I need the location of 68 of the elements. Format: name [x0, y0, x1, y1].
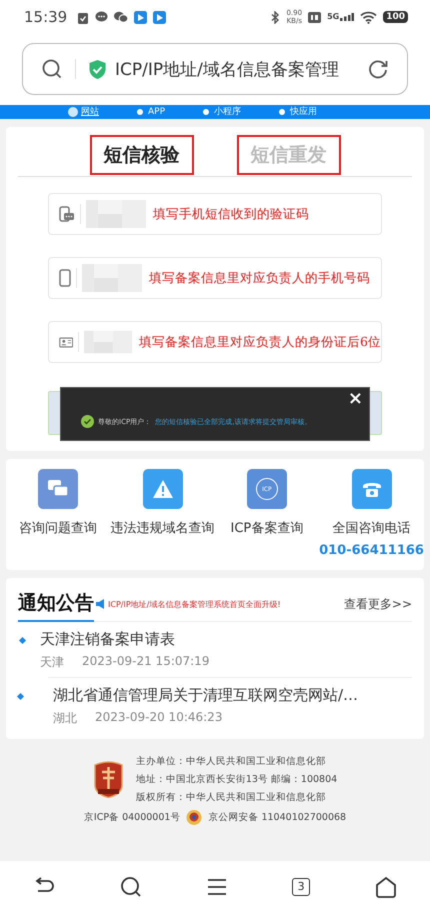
warning-icon: [152, 479, 174, 499]
footer-text: 地址：中国北京西长安街13号 邮编：100804: [136, 773, 338, 786]
shield-check-icon: [88, 58, 107, 80]
reload-icon[interactable]: [367, 58, 389, 80]
blurred-value: [86, 200, 148, 228]
messenger-icon: [114, 11, 128, 23]
check-circle-icon: [81, 415, 94, 428]
type-radio[interactable]: APP: [137, 107, 166, 117]
quick-link-label[interactable]: 全国咨询电话: [332, 519, 411, 537]
chat-bubble-icon: [95, 11, 108, 23]
phone-number[interactable]: 010-66411166: [319, 543, 424, 558]
close-button[interactable]: ×: [348, 390, 363, 408]
page-title: ICP/IP地址/域名信息备案管理: [115, 58, 340, 80]
quick-link-icon[interactable]: [352, 469, 392, 509]
notice-date: 2023-09-21 15:07:19: [82, 654, 210, 670]
phone-message-icon: [59, 206, 75, 222]
notice-title[interactable]: 天津注销备案申请表: [40, 630, 210, 649]
battery-indicator: 100: [383, 11, 408, 23]
notice-date: 2023-09-20 10:46:23: [95, 710, 222, 726]
section-title: 通知公告: [18, 590, 94, 622]
police-record-link[interactable]: 京公网安备 11040102700068: [208, 811, 346, 824]
blurred-value: [84, 328, 134, 356]
annotation-text: 填写备案信息里对应负责人的手机号码: [149, 270, 370, 286]
marquee-text[interactable]: ICP/IP地址/域名信息备案管理系统首页全面升级!: [108, 598, 343, 610]
input-field[interactable]: 填写备案信息里对应负责人的身份证后6位: [48, 321, 382, 363]
tabs-button[interactable]: 3: [292, 878, 310, 896]
address-bar[interactable]: ICP/IP地址/域名信息备案管理: [22, 43, 408, 95]
bluetooth-icon: [270, 10, 280, 24]
notice-title[interactable]: 湖北省通信管理局关于清理互联网空壳网站/…: [53, 686, 358, 705]
megaphone-icon: [95, 598, 107, 610]
notice-region: 天津: [40, 654, 64, 671]
notice-region: 湖北: [53, 710, 77, 727]
mobile-phone-icon: [59, 269, 71, 287]
signal-icon: [340, 13, 354, 21]
blurred-value: [82, 264, 144, 292]
quick-link-icon[interactable]: [38, 469, 78, 509]
type-radio[interactable]: 快应用: [279, 107, 318, 117]
quick-link-label[interactable]: 咨询问题查询: [19, 519, 98, 537]
input-field[interactable]: 填写备案信息里对应负责人的手机号码: [48, 257, 382, 299]
menu-icon[interactable]: [206, 878, 227, 896]
type-radio[interactable]: 小程序: [203, 107, 242, 117]
quick-link-label[interactable]: ICP备案查询: [230, 519, 304, 537]
quick-link-label[interactable]: 违法违规域名查询: [110, 519, 215, 537]
clock: 15:39: [24, 8, 68, 26]
app-icon: [134, 10, 148, 24]
bullet-icon: [16, 692, 24, 700]
type-radio[interactable]: 网站: [70, 107, 99, 117]
wifi-icon: [360, 10, 378, 24]
input-field[interactable]: 填写手机短信收到的验证码: [48, 193, 382, 235]
footer-text: 版权所有：中华人民共和国工业和信息化部: [136, 791, 327, 804]
emblem-logo: [92, 761, 124, 798]
id-card-icon: [59, 336, 74, 348]
more-link[interactable]: 查看更多>>: [344, 596, 412, 612]
tab[interactable]: 短信核验: [90, 135, 194, 175]
icp-number-link[interactable]: 京ICP备 04000001号: [84, 811, 180, 824]
annotation-text: 填写备案信息里对应负责人的身份证后6位: [139, 334, 381, 350]
network-type: 5G: [327, 13, 340, 21]
app-icon: [153, 10, 166, 24]
bullet-icon: [18, 636, 26, 644]
search-icon[interactable]: [41, 58, 63, 80]
police-badge-icon: [186, 809, 202, 826]
annotation-text: 填写手机短信收到的验证码: [153, 206, 309, 222]
footer-text: 主办单位：中华人民共和国工业和信息化部: [136, 755, 327, 768]
home-icon[interactable]: [375, 876, 398, 898]
search-icon[interactable]: [120, 876, 142, 898]
quick-link-icon[interactable]: [142, 469, 183, 509]
hd-icon: [308, 12, 322, 22]
clipboard-icon: [77, 10, 90, 24]
